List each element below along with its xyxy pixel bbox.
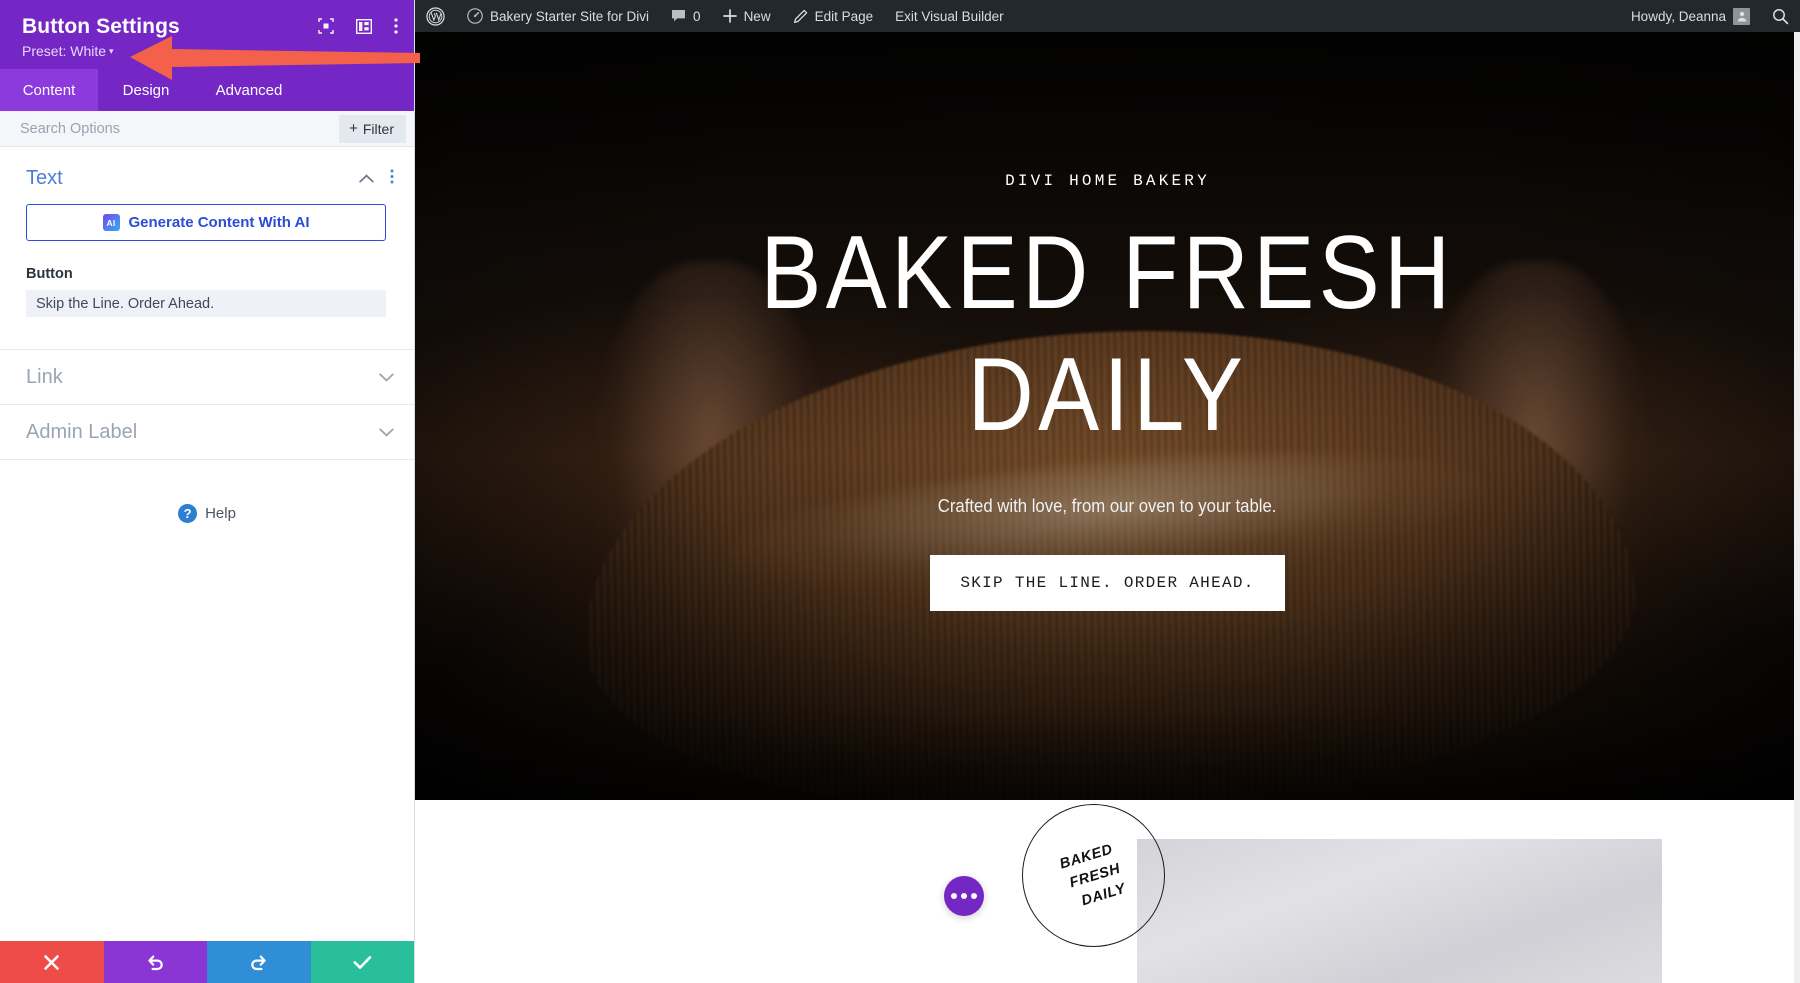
undo-button[interactable] — [103, 941, 207, 983]
exit-visual-builder-button[interactable]: Exit Visual Builder — [884, 0, 1015, 32]
lower-section: BAKED FRESH DAILY — [415, 800, 1800, 983]
help-label: Help — [205, 505, 236, 522]
edit-page-label: Edit Page — [814, 8, 874, 24]
plus-icon — [722, 9, 737, 23]
section-text-title: Text — [26, 167, 63, 189]
tab-design[interactable]: Design — [98, 69, 194, 111]
greeting-label: Howdy, Deanna — [1630, 8, 1726, 24]
hero-headline-line-2: DAILY — [967, 337, 1248, 453]
question-mark-icon: ? — [178, 504, 198, 523]
hero-headline-line-1: BAKED FRESH — [760, 215, 1455, 331]
filter-button-label: Filter — [362, 120, 394, 137]
redo-button[interactable] — [207, 941, 311, 983]
wordpress-logo-button[interactable] — [415, 0, 456, 32]
layout-panel-icon[interactable] — [355, 18, 373, 39]
comments-count: 0 — [693, 8, 701, 24]
dot-icon — [971, 893, 977, 899]
dot-icon — [961, 893, 967, 899]
search-icon — [1773, 8, 1789, 24]
preset-selector[interactable]: Preset: White ▾ — [22, 43, 394, 59]
wordpress-logo-icon — [426, 6, 445, 26]
edit-page-button[interactable]: Edit Page — [782, 0, 885, 32]
generate-ai-label: Generate Content With AI — [128, 214, 310, 231]
new-label: New — [743, 8, 771, 24]
tab-advanced[interactable]: Advanced — [194, 69, 304, 111]
site-name-label: Bakery Starter Site for Divi — [490, 8, 650, 24]
section-admin-label-title: Admin Label — [26, 420, 138, 443]
search-options-bar: + Filter — [0, 111, 414, 147]
plus-icon: + — [349, 120, 358, 137]
filter-button[interactable]: + Filter — [339, 114, 406, 143]
vertical-dots-icon[interactable] — [394, 18, 398, 39]
dashboard-icon — [467, 8, 483, 24]
comment-bubble-icon — [672, 10, 686, 22]
wordpress-admin-bar: Bakery Starter Site for Divi 0 New Edit … — [415, 0, 1800, 32]
button-text-input[interactable] — [26, 290, 386, 317]
preset-label: Preset: White — [22, 43, 107, 59]
tab-content[interactable]: Content — [0, 69, 98, 111]
account-menu[interactable]: Howdy, Deanna — [1620, 0, 1761, 32]
cancel-button[interactable] — [0, 941, 104, 983]
panel-header-icons — [318, 18, 398, 39]
hero-section: DIVI HOME BAKERY BAKED FRESH DAILY Craft… — [415, 32, 1800, 800]
focus-target-icon[interactable] — [318, 18, 334, 39]
visual-builder-canvas: DIVI HOME BAKERY BAKED FRESH DAILY Craft… — [415, 32, 1800, 983]
baked-fresh-daily-stamp: BAKED FRESH DAILY — [1022, 804, 1165, 947]
chevron-up-icon[interactable] — [359, 171, 374, 186]
settings-body: Text AI Generate Content With AI Button … — [0, 147, 414, 941]
hero-eyebrow: DIVI HOME BAKERY — [1005, 172, 1210, 190]
exit-visual-builder-label: Exit Visual Builder — [895, 8, 1004, 24]
avatar — [1733, 7, 1750, 25]
section-link-header[interactable]: Link — [0, 350, 414, 405]
chevron-down-icon[interactable] — [379, 425, 394, 440]
search-input[interactable] — [20, 120, 340, 137]
button-settings-panel: Button Settings Preset: White ▾ Content … — [0, 0, 420, 983]
save-button[interactable] — [310, 941, 414, 983]
admin-search-button[interactable] — [1761, 0, 1800, 32]
help-button[interactable]: ? Help — [0, 504, 414, 523]
panel-header: Button Settings Preset: White ▾ — [0, 0, 414, 69]
panel-action-bar — [0, 941, 414, 983]
section-admin-label-header[interactable]: Admin Label — [0, 405, 414, 460]
section-options-vertical-dots-icon[interactable] — [390, 169, 394, 189]
section-link-title: Link — [26, 365, 63, 388]
ai-icon: AI — [102, 214, 120, 231]
new-content-button[interactable]: New — [712, 0, 782, 32]
hero-cta-button[interactable]: SKIP THE LINE. ORDER AHEAD. — [930, 555, 1285, 611]
hero-headline: BAKED FRESH DAILY — [760, 212, 1454, 456]
generate-content-with-ai-button[interactable]: AI Generate Content With AI — [26, 204, 386, 241]
canvas-right-edge — [1794, 32, 1800, 983]
hero-content: DIVI HOME BAKERY BAKED FRESH DAILY Craft… — [415, 32, 1800, 800]
dot-icon — [951, 893, 957, 899]
hero-subhead: Crafted with love, from our oven to your… — [938, 496, 1277, 516]
chevron-down-icon[interactable] — [379, 370, 394, 385]
chevron-down-icon: ▾ — [109, 46, 114, 56]
section-text-header[interactable]: Text — [0, 147, 414, 204]
site-name-button[interactable]: Bakery Starter Site for Divi — [456, 0, 660, 32]
settings-tabs: Content Design Advanced — [0, 69, 414, 111]
lower-photo-block — [1137, 839, 1662, 983]
comments-button[interactable]: 0 — [660, 0, 712, 32]
more-options-fab[interactable] — [944, 876, 984, 916]
button-field-label: Button — [26, 266, 73, 282]
pencil-icon — [793, 9, 807, 23]
